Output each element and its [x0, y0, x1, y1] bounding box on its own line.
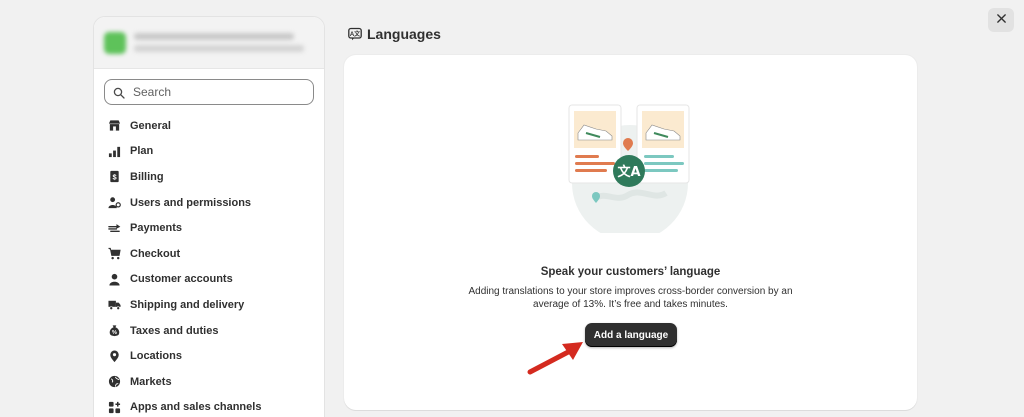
sidebar-item-plan[interactable]: Plan: [94, 139, 324, 165]
users-icon: [108, 196, 121, 209]
sidebar-item-locations[interactable]: Locations: [94, 343, 324, 369]
store-header[interactable]: [94, 17, 324, 69]
svg-text:%: %: [112, 330, 117, 336]
settings-sidebar: General Plan $ Billing Users and permiss…: [93, 16, 325, 417]
sidebar-item-label: Customer accounts: [130, 273, 233, 286]
add-language-button[interactable]: Add a language: [585, 323, 677, 347]
sidebar-item-label: Payments: [130, 222, 182, 235]
sidebar-item-payments[interactable]: Payments: [94, 215, 324, 241]
sidebar-item-label: Taxes and duties: [130, 324, 219, 337]
sidebar-item-shipping[interactable]: Shipping and delivery: [94, 292, 324, 318]
location-icon: [108, 350, 121, 363]
sidebar-item-label: Apps and sales channels: [130, 401, 262, 414]
search-box[interactable]: [104, 79, 314, 105]
globe-icon: [108, 375, 121, 388]
tax-icon: %: [108, 324, 121, 337]
page-title-text: Languages: [367, 26, 441, 42]
sidebar-item-label: Checkout: [130, 247, 181, 260]
apps-icon: [108, 401, 121, 414]
sidebar-item-apps[interactable]: Apps and sales channels: [94, 395, 324, 417]
store-info-blurred: [134, 33, 304, 52]
search-input[interactable]: [133, 85, 303, 99]
svg-text:文A: 文A: [617, 164, 640, 180]
search-icon: [113, 86, 125, 99]
sidebar-item-label: Shipping and delivery: [130, 298, 245, 311]
store-avatar: [104, 31, 126, 54]
cart-icon: [108, 247, 121, 260]
red-arrow-annotation: [527, 342, 583, 375]
translation-illustration: 文A: [566, 103, 696, 241]
sidebar-item-label: Markets: [130, 375, 172, 388]
close-icon: [996, 11, 1007, 29]
plan-icon: [108, 145, 121, 158]
sidebar-item-billing[interactable]: $ Billing: [94, 164, 324, 190]
languages-empty-state-card: 文A Speak your customers’ language Adding…: [344, 55, 917, 410]
empty-state-heading: Speak your customers’ language: [540, 266, 721, 278]
sidebar-item-users[interactable]: Users and permissions: [94, 190, 324, 216]
sidebar-item-taxes[interactable]: % Taxes and duties: [94, 318, 324, 344]
sidebar-item-label: General: [130, 119, 171, 132]
sidebar-item-label: Users and permissions: [130, 196, 252, 209]
sidebar-item-checkout[interactable]: Checkout: [94, 241, 324, 267]
billing-icon: $: [108, 170, 121, 183]
sidebar-item-label: Billing: [130, 170, 164, 183]
settings-nav: General Plan $ Billing Users and permiss…: [94, 111, 324, 417]
svg-text:A文: A文: [350, 30, 361, 38]
sidebar-item-label: Plan: [130, 145, 154, 158]
sidebar-item-markets[interactable]: Markets: [94, 369, 324, 395]
truck-icon: [108, 298, 121, 311]
close-button[interactable]: [988, 8, 1014, 32]
sidebar-item-customer-accounts[interactable]: Customer accounts: [94, 267, 324, 293]
empty-state-description: Adding translations to your store improv…: [468, 286, 793, 310]
sidebar-item-label: Locations: [130, 350, 182, 363]
page-title: A文 Languages: [348, 26, 441, 42]
person-icon: [108, 273, 121, 286]
store-icon: [108, 119, 121, 132]
payments-icon: [108, 222, 121, 235]
sidebar-item-general[interactable]: General: [94, 113, 324, 139]
language-icon: A文: [348, 27, 362, 41]
